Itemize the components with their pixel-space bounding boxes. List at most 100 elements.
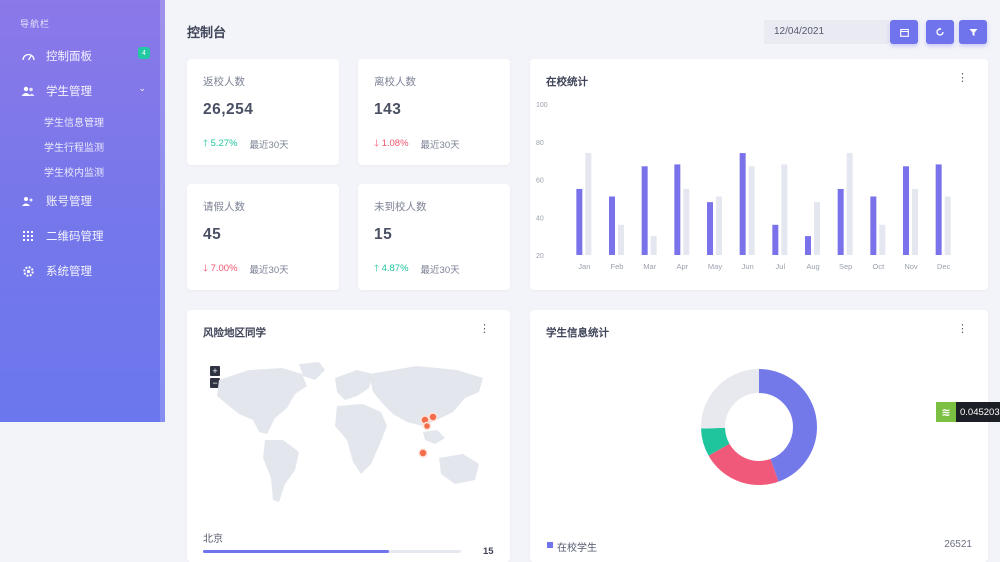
- x-tick-label: Apr: [676, 262, 688, 271]
- bar: [707, 202, 713, 255]
- bar: [903, 166, 909, 255]
- bar: [935, 164, 942, 255]
- region-progress-fill: [203, 550, 389, 553]
- more-options-icon[interactable]: ⋮: [957, 324, 968, 335]
- widget-value: 0.045203: [960, 406, 1000, 418]
- user-group-icon: [20, 195, 36, 207]
- bar: [944, 196, 951, 255]
- stat-card-returned: 返校人数 26,254 🡑 5.27% 最近30天: [187, 59, 339, 165]
- x-tick-label: Aug: [806, 262, 819, 271]
- stat-footer: 🡓 1.08% 最近30天: [374, 136, 460, 152]
- x-tick-label: Jul: [776, 262, 786, 271]
- trend-down: 🡓 7.00%: [203, 261, 238, 277]
- sidebar-subitem-student-trips[interactable]: 学生行程监测: [44, 139, 104, 154]
- sidebar-item-label: 账号管理: [46, 196, 92, 208]
- calendar-icon: [899, 28, 909, 37]
- x-tick-label: Sep: [839, 262, 852, 271]
- region-value: 15: [483, 546, 494, 557]
- bar: [739, 153, 746, 255]
- filter-button[interactable]: [959, 20, 987, 44]
- page-title: 控制台: [187, 25, 227, 40]
- refresh-button[interactable]: [926, 20, 954, 44]
- floating-widget[interactable]: ≋ 0.045203: [936, 402, 1000, 422]
- stat-footer: 🡑 4.87% 最近30天: [374, 261, 460, 277]
- region-progress: [203, 550, 461, 553]
- sidebar-item-system[interactable]: 系统管理: [20, 263, 150, 279]
- chevron-down-icon: ⌄: [138, 83, 146, 93]
- sidebar-item-label: 控制面板: [46, 51, 92, 63]
- donut-chart: [701, 369, 817, 485]
- y-tick-label: 40: [536, 215, 544, 222]
- bar: [650, 236, 657, 255]
- stat-value: 45: [203, 226, 222, 243]
- card-title: 学生信息统计: [546, 327, 609, 339]
- sidebar-item-qrcode[interactable]: 二维码管理: [20, 228, 150, 244]
- bar: [879, 224, 886, 255]
- y-tick-label: 100: [536, 102, 548, 109]
- stat-period: 最近30天: [249, 265, 289, 276]
- sidebar-item-label: 二维码管理: [46, 231, 104, 243]
- stat-period: 最近30天: [420, 140, 460, 151]
- notification-badge: 4: [138, 47, 150, 59]
- legend-label: 在校学生: [557, 543, 597, 554]
- sidebar-subitem-student-info[interactable]: 学生信息管理: [44, 114, 104, 129]
- sidebar-item-accounts[interactable]: 账号管理: [20, 193, 150, 209]
- bar: [618, 224, 624, 255]
- sidebar-subitem-campus-monitor[interactable]: 学生校内监测: [44, 164, 104, 179]
- bar: [683, 188, 690, 255]
- stat-period: 最近30天: [249, 140, 289, 151]
- stat-card-leave: 请假人数 45 🡓 7.00% 最近30天: [187, 184, 339, 290]
- stat-footer: 🡓 7.00% 最近30天: [203, 261, 289, 277]
- x-tick-label: Nov: [904, 262, 918, 271]
- legend-value: 26521: [944, 539, 972, 550]
- arrow-up-icon: 🡑: [374, 263, 379, 274]
- x-tick-label: May: [708, 262, 722, 271]
- stat-footer: 🡑 5.27% 最近30天: [203, 136, 289, 152]
- stat-change: 4.87%: [381, 263, 409, 274]
- world-map[interactable]: [187, 360, 510, 510]
- bar: [576, 188, 583, 255]
- card-title: 风险地区同学: [203, 327, 266, 339]
- legend-swatch: [547, 542, 553, 548]
- arrow-up-icon: 🡑: [203, 138, 208, 149]
- bar: [805, 236, 811, 255]
- bar: [641, 166, 648, 255]
- sidebar-item-dashboard[interactable]: 控制面板 4: [20, 47, 150, 64]
- bar-chart-card: 在校统计 ⋮ 100 80 60 40 20 Jan Feb Mar Apr May Jun Jul A…: [530, 59, 988, 290]
- sidebar-scrollbar[interactable]: [160, 0, 165, 422]
- x-tick-label: Jan: [578, 262, 590, 271]
- gear-icon: [20, 265, 36, 277]
- y-tick-label: 80: [536, 140, 544, 147]
- stat-label: 未到校人数: [374, 201, 427, 213]
- bar: [585, 153, 592, 255]
- donut-chart-card: 学生信息统计 ⋮ 在校学生 26521: [530, 310, 988, 562]
- bar: [748, 166, 755, 255]
- widget-logo-icon: ≋: [936, 402, 956, 422]
- stat-label: 离校人数: [374, 76, 416, 88]
- trend-down: 🡓 1.08%: [374, 136, 409, 152]
- bar: [846, 153, 853, 255]
- sidebar-item-students[interactable]: 学生管理 ⌄: [20, 83, 150, 99]
- stat-card-absent: 未到校人数 15 🡑 4.87% 最近30天: [358, 184, 510, 290]
- bar: [870, 196, 877, 255]
- bar: [772, 224, 779, 255]
- bar: [837, 188, 844, 255]
- bar: [912, 188, 918, 255]
- region-label: 北京: [203, 534, 223, 545]
- x-tick-label: Dec: [937, 262, 951, 271]
- more-options-icon[interactable]: ⋮: [479, 324, 490, 335]
- stat-change: 1.08%: [381, 138, 409, 149]
- sidebar-item-label: 学生管理: [46, 86, 92, 98]
- x-tick-label: Oct: [872, 262, 885, 271]
- stat-change: 7.00%: [210, 263, 238, 274]
- trend-up: 🡑 4.87%: [374, 261, 409, 277]
- calendar-button[interactable]: [890, 20, 918, 44]
- date-input[interactable]: 12/04/2021: [764, 20, 889, 44]
- y-tick-label: 60: [536, 178, 544, 185]
- bar: [674, 164, 681, 255]
- refresh-icon: [936, 27, 944, 36]
- arrow-down-icon: 🡓: [203, 263, 208, 274]
- stat-value: 143: [374, 101, 402, 118]
- sidebar-title: 导航栏: [20, 19, 51, 29]
- stat-card-left: 离校人数 143 🡓 1.08% 最近30天: [358, 59, 510, 165]
